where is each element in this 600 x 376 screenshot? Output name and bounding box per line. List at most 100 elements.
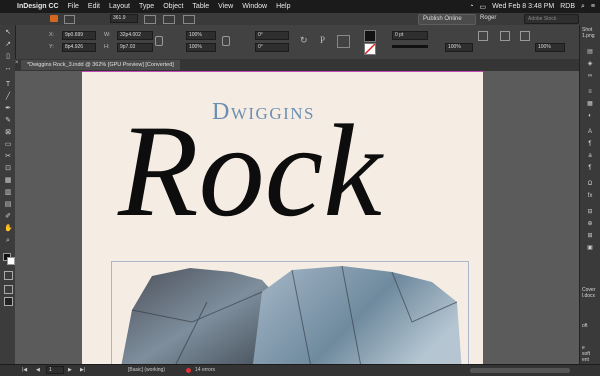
workspace-switcher[interactable]: Roger (480, 15, 496, 21)
pages-panel-icon[interactable]: ▤ (586, 49, 594, 56)
flip-icon[interactable]: P (320, 35, 325, 45)
screen-mode-icon[interactable] (163, 15, 175, 24)
text-wrap-panel-icon[interactable]: ⊞ (586, 233, 594, 240)
free-transform-tool-icon[interactable]: ⊡ (4, 165, 12, 173)
pencil-tool-icon[interactable]: ✎ (4, 117, 12, 125)
stroke-type-selector[interactable] (392, 45, 428, 48)
menu-layout[interactable]: Layout (109, 3, 130, 10)
object-style-icon[interactable] (520, 31, 530, 41)
rectangle-frame-tool-icon[interactable]: ⊠ (4, 129, 12, 137)
character-panel-icon[interactable]: A (586, 129, 594, 136)
app-menu[interactable]: InDesign CC (17, 3, 59, 10)
menu-window[interactable]: Window (242, 3, 267, 10)
zoom-tool-icon[interactable]: ⌕ (4, 237, 12, 245)
menu-view[interactable]: View (218, 3, 233, 10)
first-page-button[interactable]: |◀ (22, 367, 27, 373)
reference-point-icon[interactable] (337, 35, 350, 48)
screen-mode-tool-icon[interactable] (4, 297, 13, 306)
menu-edit[interactable]: Edit (88, 3, 100, 10)
paragraph-styles-icon[interactable]: ¶ (586, 165, 594, 172)
text-wrap-icon[interactable] (500, 31, 510, 41)
fill-swatch[interactable] (364, 30, 376, 42)
menu-help[interactable]: Help (276, 3, 290, 10)
stroke-swatch[interactable] (364, 43, 376, 55)
page-number-field[interactable]: 1 (46, 366, 64, 374)
horizontal-scrollbar[interactable] (470, 368, 570, 373)
close-tab-icon[interactable]: × (15, 60, 19, 66)
last-page-button[interactable]: ▶| (80, 367, 85, 373)
rotate-field[interactable]: 0° (255, 31, 289, 40)
rock-title-outlines[interactable]: Rock (118, 101, 382, 241)
paragraph-panel-icon[interactable]: ¶ (586, 141, 594, 148)
stock-search-input[interactable]: Adobe Stock (524, 14, 579, 24)
preflight-profile[interactable]: [Basic] (working) (128, 367, 165, 373)
width-field[interactable]: 32p4.002 (117, 31, 153, 40)
next-page-button[interactable]: ▶ (68, 367, 72, 373)
height-field[interactable]: 9p7.03 (117, 43, 153, 52)
gap-tool-icon[interactable]: ↔ (4, 65, 12, 73)
formatting-container-icon[interactable] (4, 271, 13, 280)
menu-file[interactable]: File (68, 3, 79, 10)
zoom-field[interactable]: 361.9 (110, 14, 138, 23)
arrange-documents-icon[interactable] (183, 15, 195, 24)
gradient-feather-tool-icon[interactable]: ▥ (4, 189, 12, 197)
type-tool-icon[interactable]: T (4, 81, 12, 89)
publish-online-button[interactable]: Publish Online (418, 14, 476, 25)
scale-link-icon[interactable] (222, 36, 230, 46)
swatches-panel-icon[interactable]: ▦ (586, 101, 594, 108)
menu-type[interactable]: Type (139, 3, 154, 10)
user-name[interactable]: RDB (560, 3, 575, 10)
rotate-90-icon[interactable]: ↻ (300, 35, 308, 46)
constrain-proportions-icon[interactable] (155, 36, 163, 46)
effects-panel-icon[interactable]: fx (586, 193, 594, 200)
line-tool-icon[interactable]: ╱ (4, 93, 12, 101)
spotlight-icon[interactable]: ⌕ (581, 3, 585, 11)
cc-libraries-icon[interactable]: ▣ (586, 245, 594, 252)
selection-tool-icon[interactable]: ↖ (4, 29, 12, 37)
document-tab[interactable]: *Dwiggins Rock_3.indd @ 362% [GPU Previe… (21, 60, 180, 70)
y-field[interactable]: 8p4.926 (62, 43, 96, 52)
x-field[interactable]: 9p0.699 (62, 31, 96, 40)
fx-icon[interactable] (478, 31, 488, 41)
stroke-icon[interactable] (7, 257, 15, 265)
wifi-icon[interactable]: ◔ (469, 3, 473, 10)
battery-icon[interactable]: ▭ (479, 3, 486, 11)
notification-icon[interactable]: ≡ (591, 3, 595, 10)
prev-page-button[interactable]: ◀ (36, 367, 40, 373)
layers-panel-icon[interactable]: ◈ (586, 61, 594, 68)
direct-selection-tool-icon[interactable]: ↗ (4, 41, 12, 49)
scale-x-field[interactable]: 100% (186, 31, 216, 40)
note-tool-icon[interactable]: ▤ (4, 201, 12, 209)
zoom-percent-field[interactable]: 100% (535, 43, 565, 52)
apply-color-icon[interactable] (4, 285, 13, 294)
y-label: Y: (49, 44, 54, 50)
scissors-tool-icon[interactable]: ✂ (4, 153, 12, 161)
color-panel-icon[interactable]: ◐ (586, 113, 594, 120)
layout-icon[interactable] (64, 15, 75, 24)
document-page[interactable]: Dwiggins Rock (82, 71, 483, 364)
scale-y-field[interactable]: 100% (186, 43, 216, 52)
shear-field[interactable]: 0° (255, 43, 289, 52)
clock[interactable]: Wed Feb 8 3:48 PM (492, 3, 554, 10)
document-canvas[interactable]: Dwiggins Rock (15, 71, 579, 364)
rectangle-tool-icon[interactable]: ▭ (4, 141, 12, 149)
hand-tool-icon[interactable]: ✋ (4, 225, 13, 233)
stroke-weight-field[interactable]: 0 pt (392, 31, 428, 40)
bridge-icon[interactable] (50, 15, 58, 22)
menu-table[interactable]: Table (192, 3, 209, 10)
gradient-tool-icon[interactable]: ▦ (4, 177, 12, 185)
pathfinder-panel-icon[interactable]: ⊕ (586, 221, 594, 228)
links-panel-icon[interactable]: ∞ (586, 73, 594, 80)
menu-object[interactable]: Object (163, 3, 183, 10)
image-frame[interactable] (111, 261, 469, 364)
opacity-field[interactable]: 100% (445, 43, 473, 52)
eyedropper-tool-icon[interactable]: ✐ (4, 213, 12, 221)
preflight-errors[interactable]: 14 errors (195, 367, 215, 373)
character-styles-icon[interactable]: a (586, 153, 594, 160)
page-tool-icon[interactable]: ▯ (4, 53, 12, 61)
glyphs-panel-icon[interactable]: Ω (586, 181, 594, 188)
stroke-panel-icon[interactable]: ≡ (586, 89, 594, 96)
view-options-icon[interactable] (144, 15, 156, 24)
pen-tool-icon[interactable]: ✒ (4, 105, 12, 113)
align-panel-icon[interactable]: ⊟ (586, 209, 594, 216)
